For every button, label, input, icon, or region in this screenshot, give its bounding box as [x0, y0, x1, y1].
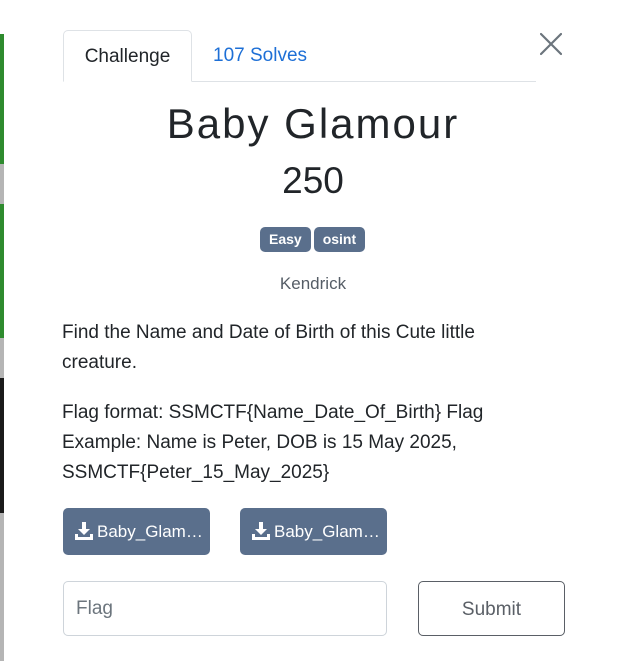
- file-label: Baby_Glam…: [274, 522, 380, 541]
- download-file-button[interactable]: Baby_Glam…: [240, 508, 387, 555]
- close-icon: [539, 32, 563, 56]
- challenge-value: 250: [282, 160, 344, 201]
- tag-badge: osint: [313, 227, 366, 252]
- download-file-button[interactable]: Baby_Glam…: [63, 508, 210, 555]
- flag-input[interactable]: [63, 581, 387, 636]
- tab-solves[interactable]: 107 Solves: [193, 30, 327, 81]
- challenge-author: Kendrick: [279, 274, 347, 293]
- download-icon: [75, 522, 93, 540]
- flag-format-text: Flag format: SSMCTF{Name_Date_Of_Birth} …: [62, 402, 484, 483]
- challenge-description: Find the Name and Date of Birth of this …: [62, 322, 475, 373]
- file-label: Baby_Glam…: [97, 522, 203, 541]
- download-icon: [252, 522, 270, 540]
- close-button[interactable]: [539, 31, 563, 57]
- tag-list: Easy osint: [260, 227, 368, 252]
- challenge-name: Baby Glamour: [166, 100, 460, 147]
- submit-button[interactable]: Submit: [418, 581, 565, 636]
- challenge-modal: Challenge 107 Solves Baby Glamour 250 Ea…: [4, 0, 626, 661]
- tab-challenge[interactable]: Challenge: [63, 30, 192, 82]
- tag-badge: Easy: [260, 227, 311, 252]
- tab-bar: Challenge 107 Solves: [63, 30, 536, 82]
